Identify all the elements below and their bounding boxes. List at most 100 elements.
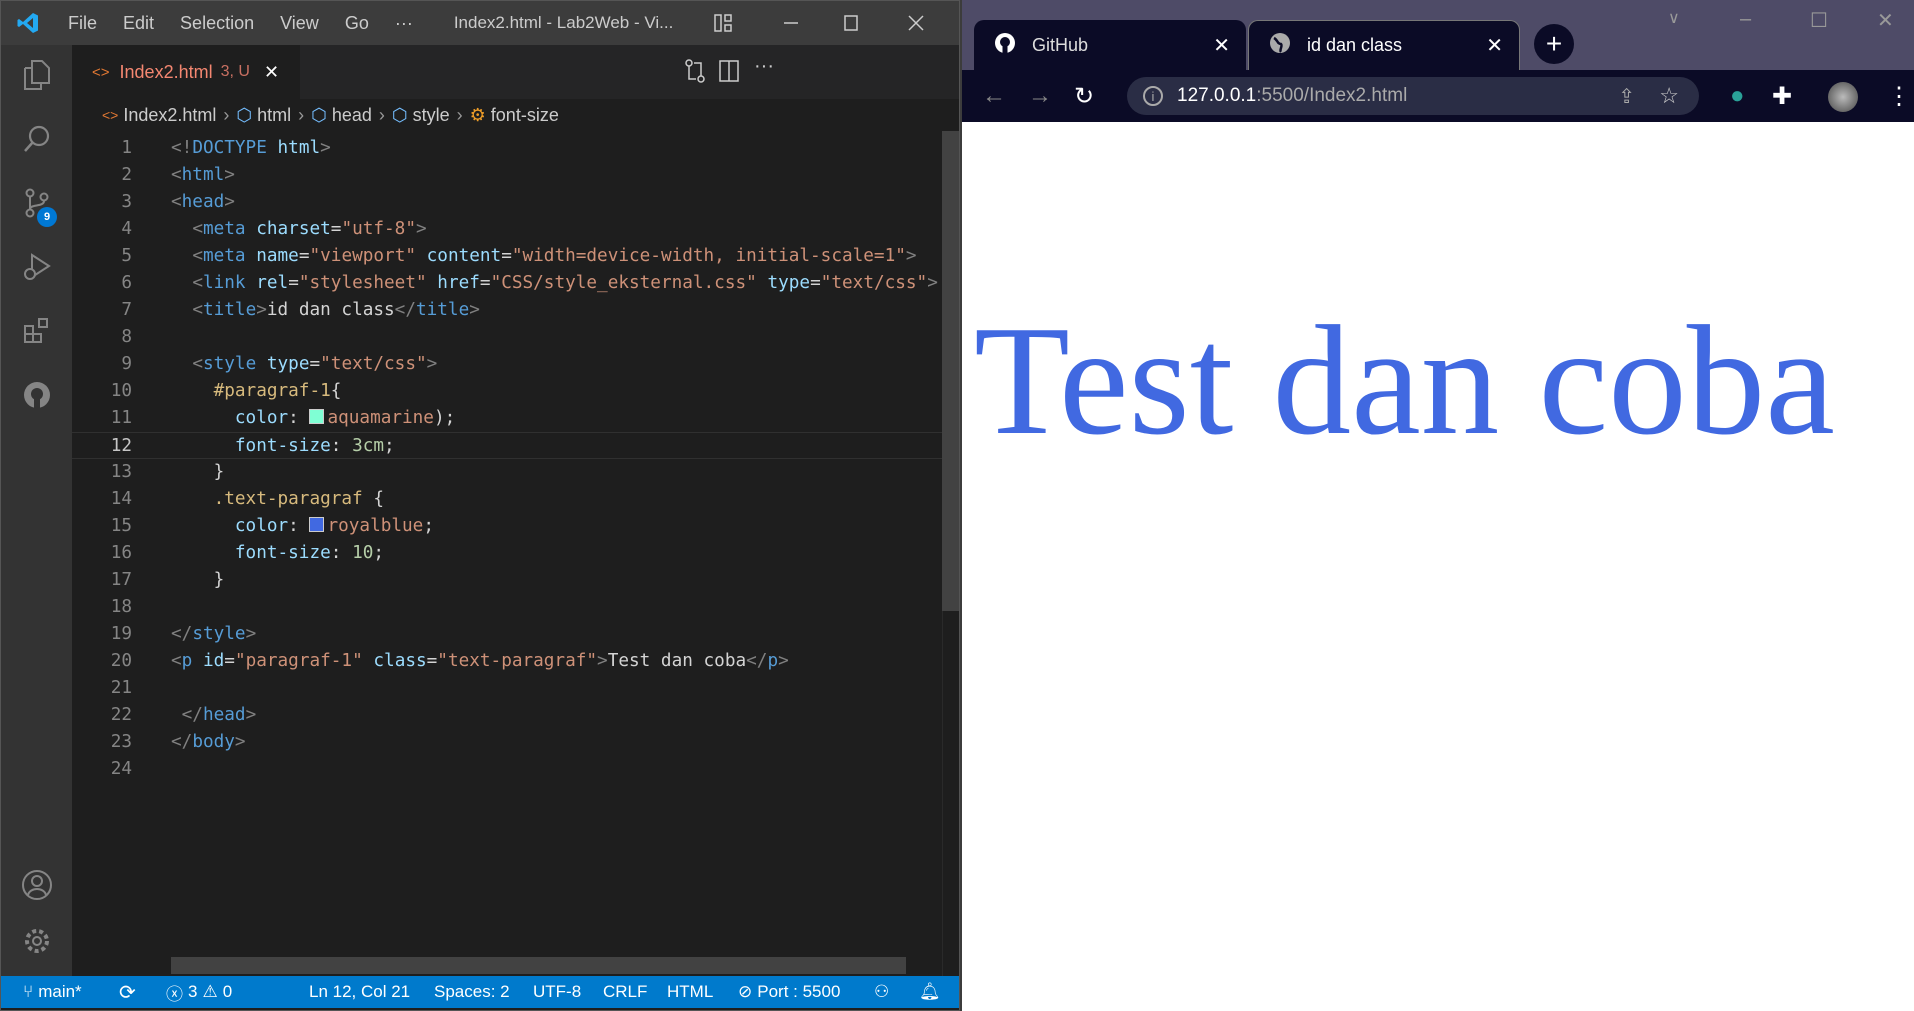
code-line[interactable]: 4 <meta charset="utf-8"> [72,216,942,243]
color-swatch[interactable] [309,517,325,532]
tab-index2-html[interactable]: <> Index2.html 3, U ✕ [72,45,300,99]
code-line[interactable]: 10 #paragraf-1{ [72,378,942,405]
encoding[interactable]: UTF-8 [533,982,581,1002]
code-line[interactable]: 24 [72,756,942,783]
branch-status[interactable]: ⑂ main* [23,982,82,1002]
code-line[interactable]: 12 font-size: 3cm; [72,432,942,459]
code-line[interactable]: 21 [72,675,942,702]
maximize-button[interactable] [821,1,881,45]
language-mode[interactable]: HTML [667,982,713,1002]
minimize-button[interactable]: – [1740,8,1751,31]
run-debug-icon[interactable] [1,237,72,297]
code-line[interactable]: 19 </style> [72,621,942,648]
breadcrumb-font-size[interactable]: font-size [491,105,559,126]
code-line[interactable]: 2 <html> [72,162,942,189]
reload-button[interactable]: ↻ [1074,82,1094,111]
code-line[interactable]: 18 [72,594,942,621]
address-bar[interactable]: i 127.0.0.1:5500/Index2.html ⇪ ☆ [1127,77,1699,115]
new-tab-button[interactable]: + [1534,24,1574,64]
back-button[interactable]: ← [982,82,1006,110]
menu-more[interactable]: ··· [382,13,426,34]
feedback-icon[interactable]: ⚇ [874,982,889,1002]
code-text: } [171,459,225,486]
tab-close-icon[interactable]: ✕ [264,62,279,83]
menu-edit[interactable]: Edit [110,13,167,34]
code-text: font-size: 10; [171,540,384,567]
close-window-button[interactable]: ✕ [1877,8,1894,33]
settings-gear-icon[interactable] [1,911,72,971]
code-line[interactable]: 14 .text-paragraf { [72,486,942,513]
github-icon[interactable] [1,365,72,425]
menu-view[interactable]: View [267,13,332,34]
browser-menu-icon[interactable]: ⋮ [1887,82,1911,111]
code-token: type [767,273,811,293]
menu-file[interactable]: File [55,13,110,34]
layout-icon[interactable] [693,1,753,45]
browser-tab-id-dan-class[interactable]: id dan class ✕ [1248,20,1520,70]
split-editor-icon[interactable] [718,59,740,88]
site-info-icon[interactable]: i [1143,86,1163,106]
breadcrumb-file[interactable]: Index2.html [123,105,216,126]
profile-avatar[interactable] [1828,82,1858,112]
browser-tab-github[interactable]: GitHub ✕ [974,20,1246,70]
code-line[interactable]: 13 } [72,459,942,486]
color-swatch[interactable] [309,409,325,424]
problems-status[interactable]: ⓧ 3 ⚠ 0 [166,980,232,1005]
close-window-button[interactable] [886,1,946,45]
indentation[interactable]: Spaces: 2 [434,982,510,1002]
explorer-icon[interactable] [1,45,72,105]
vertical-scrollbar[interactable] [942,131,959,976]
sync-icon[interactable]: ⟳ [119,980,136,1005]
code-line[interactable]: 23 </body> [72,729,942,756]
code-line[interactable]: 11 color: aquamarine); [72,405,942,432]
account-icon[interactable] [1,855,72,915]
code-line[interactable]: 6 <link rel="stylesheet" href="CSS/style… [72,270,942,297]
code-token: class [373,651,427,671]
more-actions-icon[interactable]: ··· [754,55,774,78]
breadcrumb-style[interactable]: style [413,105,450,126]
extensions-icon[interactable] [1,301,72,361]
cursor-position[interactable]: Ln 12, Col 21 [309,982,410,1002]
code-line[interactable]: 7 <title>id dan class</title> [72,297,942,324]
tab-close-icon[interactable]: ✕ [1213,33,1230,58]
code-editor[interactable]: 1 <!DOCTYPE html> 2 <html> 3 <head> 4 <meta ch… [72,131,959,976]
code-text: <!DOCTYPE html> [171,135,331,162]
code-line[interactable]: 22 </head> [72,702,942,729]
code-line[interactable]: 20 <p id="paragraf-1" class="text-paragra… [72,648,942,675]
bookmark-star-icon[interactable]: ☆ [1659,83,1679,109]
breadcrumb-html[interactable]: html [257,105,291,126]
menu-selection[interactable]: Selection [167,13,267,34]
search-icon[interactable] [1,109,72,169]
compare-changes-icon[interactable] [684,59,706,88]
code-line[interactable]: 17 } [72,567,942,594]
code-line[interactable]: 15 color: royalblue; [72,513,942,540]
scrollbar-thumb[interactable] [942,131,959,611]
share-icon[interactable]: ⇪ [1618,84,1635,109]
code-line[interactable]: 3 <head> [72,189,942,216]
extension-icon[interactable]: ● [1730,82,1745,110]
breadcrumb-head[interactable]: head [332,105,372,126]
code-line[interactable]: 1 <!DOCTYPE html> [72,135,942,162]
live-server-status[interactable]: ⊘ Port : 5500 [738,982,840,1002]
line-ending[interactable]: CRLF [603,982,647,1002]
code-line[interactable]: 16 font-size: 10; [72,540,942,567]
code-line[interactable]: 5 <meta name="viewport" content="width=d… [72,243,942,270]
forward-button[interactable]: → [1028,82,1052,110]
code-token: > [469,300,480,320]
notifications-bell-icon[interactable]: 🔔︎ [919,982,941,1002]
code-line[interactable]: 8 [72,324,942,351]
maximize-button[interactable]: ☐ [1810,8,1828,33]
horizontal-scrollbar[interactable] [171,957,906,974]
source-control-icon[interactable]: 9 [1,173,72,233]
minimize-button[interactable] [761,1,821,45]
menu-go[interactable]: Go [332,13,382,34]
extensions-puzzle-icon[interactable]: ✚ [1772,82,1792,111]
tab-search-icon[interactable]: ∨ [1668,8,1680,28]
tab-close-icon[interactable]: ✕ [1486,33,1503,58]
code-line[interactable]: 9 <style type="text/css"> [72,351,942,378]
code-token: > [927,273,938,293]
